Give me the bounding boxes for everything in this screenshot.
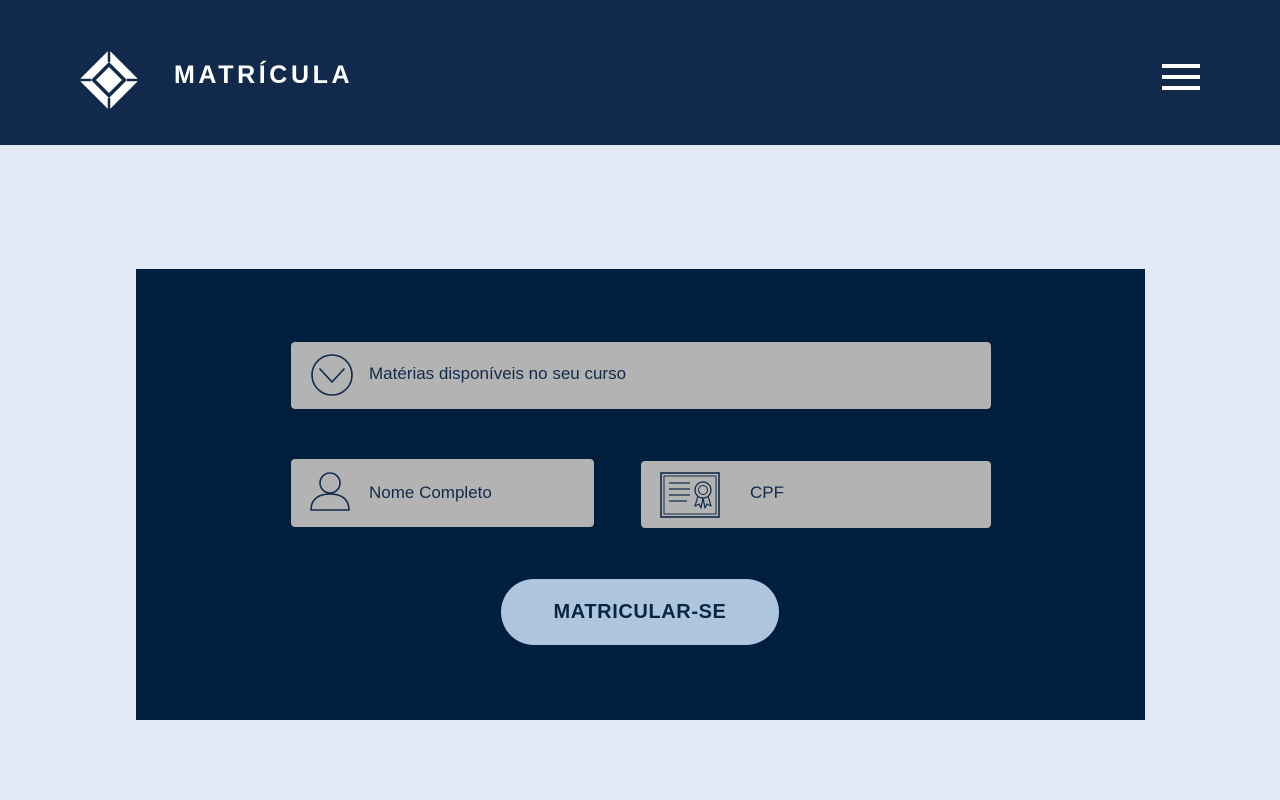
top-header: MATRÍCULA <box>0 0 1280 145</box>
diamond-logo-icon[interactable] <box>79 50 139 110</box>
chevron-down-circle-icon <box>311 354 353 396</box>
certificate-icon <box>660 472 720 518</box>
user-icon <box>310 472 350 511</box>
subjects-dropdown-label: Matérias disponíveis no seu curso <box>369 364 627 383</box>
full-name-field[interactable]: Nome Completo <box>291 459 594 527</box>
brand-title: MATRÍCULA <box>174 61 354 89</box>
subjects-dropdown[interactable]: Matérias disponíveis no seu curso <box>291 342 991 409</box>
cpf-label: CPF <box>750 483 784 502</box>
full-name-label: Nome Completo <box>369 483 492 502</box>
hamburger-menu-icon[interactable] <box>1160 62 1202 92</box>
enroll-button[interactable]: MATRICULAR-SE <box>501 579 779 645</box>
cpf-field[interactable]: CPF <box>641 461 991 528</box>
